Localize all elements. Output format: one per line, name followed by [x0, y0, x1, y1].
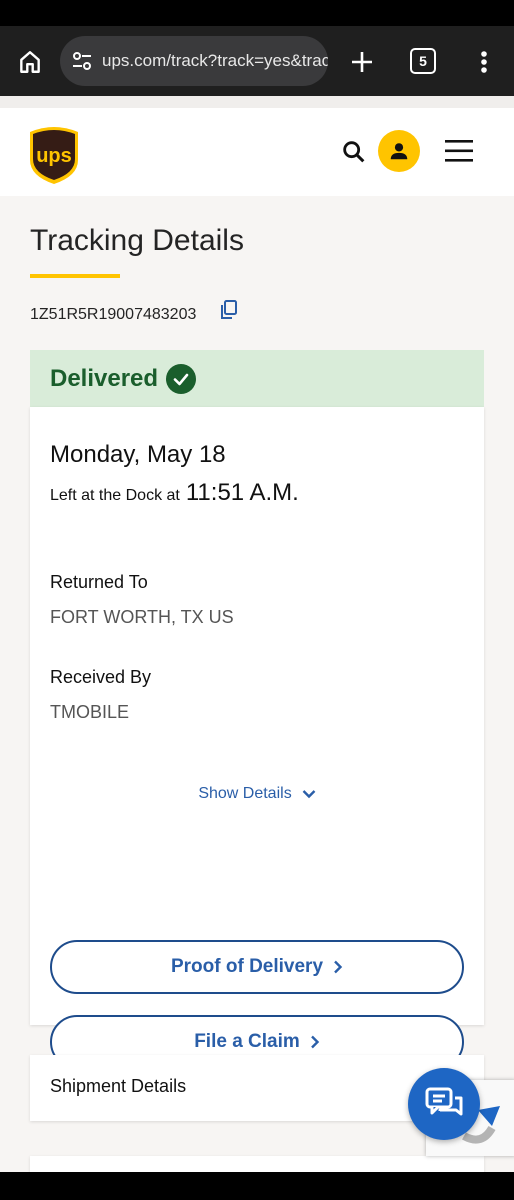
ups-logo-icon[interactable]: ups [28, 124, 80, 184]
chevron-down-icon [302, 790, 316, 799]
account-icon [390, 143, 408, 160]
page-title: Tracking Details [30, 224, 244, 257]
home-icon [20, 51, 40, 73]
left-at-label: Left at the Dock at [50, 487, 180, 504]
delivery-location-line: Left at the Dock at 11:51 A.M. [50, 479, 299, 507]
site-settings-icon[interactable] [70, 49, 94, 73]
delivery-time: 11:51 A.M. [185, 479, 299, 506]
status-bar [0, 0, 514, 26]
browser-toolbar: ups.com/track?track=yes&trac 5 [0, 0, 514, 96]
returned-to-label: Returned To [50, 572, 148, 592]
delivery-status-banner: Delivered [30, 350, 484, 407]
home-button[interactable] [12, 44, 48, 80]
new-tab-button[interactable] [344, 44, 380, 80]
plus-icon [352, 52, 372, 72]
next-section-card [30, 1156, 484, 1172]
navigation-bar [0, 1172, 514, 1200]
hamburger-menu-icon[interactable] [444, 138, 474, 164]
chat-button[interactable] [408, 1068, 480, 1140]
returned-to-value: FORT WORTH, TX US [50, 607, 234, 627]
tracking-page: ups Tracking Details 1Z51R5R19007483203 … [0, 96, 514, 1172]
check-circle-icon [166, 363, 197, 394]
header-strip [0, 96, 514, 108]
tab-switcher-button[interactable]: 5 [410, 48, 436, 74]
chat-icon [425, 1087, 463, 1116]
proof-of-delivery-label: Proof of Delivery [170, 956, 324, 977]
site-header: ups [0, 108, 514, 196]
more-vert-icon [481, 51, 487, 73]
title-underline [30, 274, 120, 278]
delivery-card: Monday, May 18 Left at the Dock at 11:51… [30, 407, 484, 1069]
chevron-right-icon [334, 960, 343, 974]
shipment-details-title: Shipment Details [50, 1076, 187, 1096]
received-by-value: TMOBILE [50, 702, 130, 722]
show-details-label: Show Details [198, 785, 292, 802]
url-text[interactable]: ups.com/track?track=yes&trac [102, 51, 328, 71]
browser-menu-button[interactable] [470, 44, 498, 80]
file-claim-label: File a Claim [194, 1031, 300, 1052]
status-text: Delivered [50, 364, 159, 392]
tracking-number: 1Z51R5R19007483203 [30, 306, 197, 323]
delivery-date: Monday, May 18 [50, 441, 226, 468]
show-details-toggle[interactable]: Show Details [30, 785, 484, 803]
proof-of-delivery-button[interactable]: Proof of Delivery [50, 940, 464, 994]
svg-text:ups: ups [36, 145, 72, 167]
received-by-label: Received By [50, 667, 152, 687]
search-icon[interactable] [340, 138, 368, 166]
copy-icon[interactable] [220, 300, 238, 320]
chevron-right-icon [310, 1035, 319, 1049]
address-bar[interactable]: ups.com/track?track=yes&trac [60, 36, 328, 86]
account-button[interactable] [378, 130, 420, 172]
